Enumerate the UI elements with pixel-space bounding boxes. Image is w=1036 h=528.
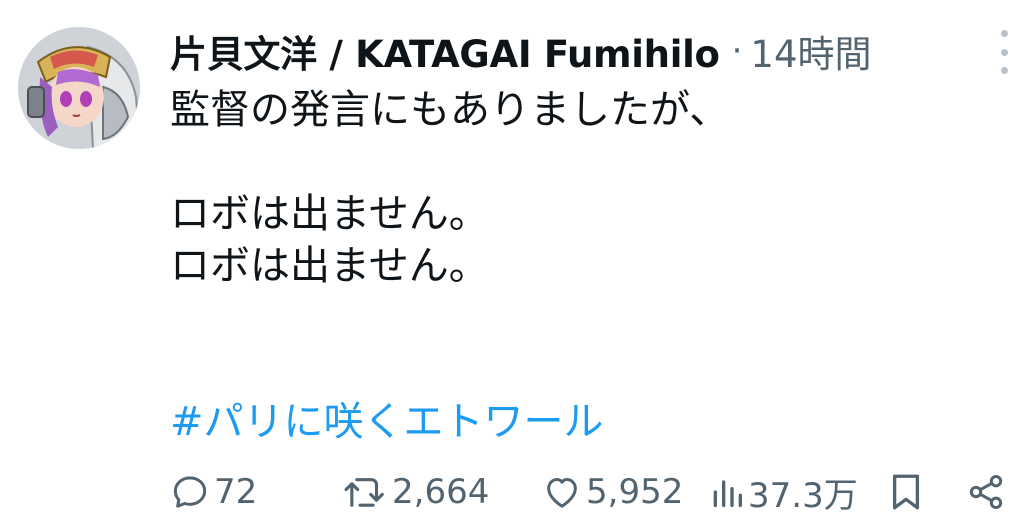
- more-dot: [1000, 67, 1008, 74]
- author-display-name[interactable]: 片貝文洋 / KATAGAI Fumihilo: [170, 24, 720, 78]
- like-button[interactable]: 5,952: [542, 472, 710, 512]
- tweet-line: ロボは出ません。: [170, 191, 489, 237]
- share-button[interactable]: [966, 472, 1016, 512]
- reply-icon: [173, 476, 207, 508]
- tweet-line: 監督の発言にもありましたが、: [170, 87, 730, 133]
- retweet-icon: [344, 478, 384, 507]
- tweet-line: [170, 344, 990, 396]
- retweet-button[interactable]: 2,664: [342, 472, 542, 512]
- more-dot: [1000, 48, 1008, 56]
- avatar-illustration: [18, 27, 140, 149]
- bookmark-icon: [892, 474, 920, 510]
- views-count: 37.3万: [748, 475, 858, 516]
- more-vertical-icon[interactable]: [993, 30, 1015, 74]
- tweet-line: ロボは出ません。: [170, 243, 489, 289]
- tweet-actions: 72 2,664 5,952 37.3万: [170, 466, 1016, 518]
- tweet-timestamp[interactable]: 14時間: [750, 24, 871, 78]
- tweet-line: [170, 136, 990, 188]
- tweet-header: 片貝文洋 / KATAGAI Fumihilo · 14時間: [170, 24, 872, 78]
- share-icon: [969, 475, 1003, 509]
- views-icon: [713, 480, 742, 507]
- hashtag-link[interactable]: #パリに咲くエトワール: [170, 399, 604, 445]
- separator-dot: ·: [731, 31, 743, 71]
- author-avatar[interactable]: [18, 27, 140, 149]
- reply-button[interactable]: 72: [170, 472, 342, 512]
- views-button[interactable]: 37.3万: [710, 468, 888, 517]
- tweet-text: 監督の発言にもありましたが、 ロボは出ません。 ロボは出ません。 #パリに咲くエ…: [170, 84, 990, 448]
- tweet-line: [170, 292, 990, 344]
- like-icon: [547, 478, 577, 508]
- like-count: 5,952: [586, 472, 684, 512]
- reply-count: 72: [214, 472, 258, 512]
- more-dot: [1000, 30, 1008, 37]
- retweet-count: 2,664: [392, 472, 490, 512]
- bookmark-button[interactable]: [888, 471, 966, 513]
